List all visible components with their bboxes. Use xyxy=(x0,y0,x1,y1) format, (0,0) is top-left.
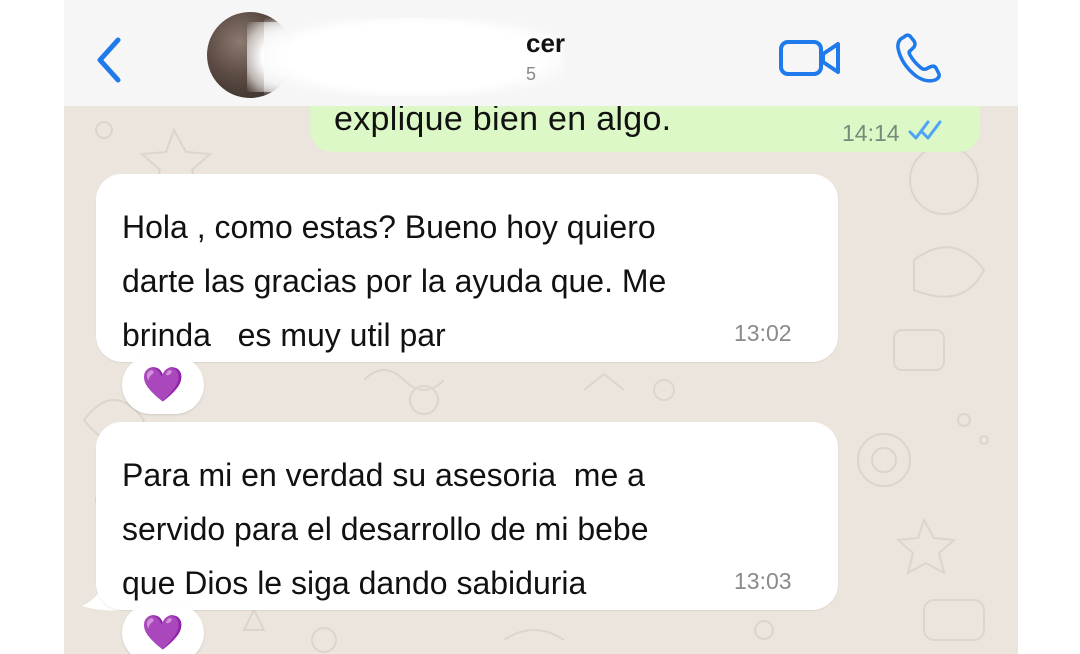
incoming-message[interactable]: Hola , como estas? Bueno hoy quiero dart… xyxy=(96,174,838,362)
heart-reaction[interactable]: 💜 xyxy=(122,604,204,654)
name-redaction xyxy=(264,18,564,96)
message-time: 13:03 xyxy=(734,568,792,594)
incoming-message[interactable]: Para mi en verdad su asesoria me a servi… xyxy=(96,422,838,610)
message-time: 13:02 xyxy=(734,320,792,346)
contact-name[interactable]: cer xyxy=(526,28,565,59)
chevron-left-icon[interactable] xyxy=(92,36,126,84)
video-camera-icon[interactable] xyxy=(778,36,842,80)
chat-screen: cer 5 explique bien en algo. 14:14 Hola … xyxy=(64,0,1018,654)
message-time: 14:14 xyxy=(842,120,900,146)
message-text: Hola , como estas? Bueno hoy quiero dart… xyxy=(122,209,667,353)
double-check-icon xyxy=(908,120,942,140)
contact-status: 5 xyxy=(526,64,537,84)
heart-reaction[interactable]: 💜 xyxy=(122,356,204,414)
phone-icon[interactable] xyxy=(894,32,946,84)
chat-header: cer 5 xyxy=(64,0,1018,106)
message-text: Para mi en verdad su asesoria me a servi… xyxy=(122,457,649,601)
